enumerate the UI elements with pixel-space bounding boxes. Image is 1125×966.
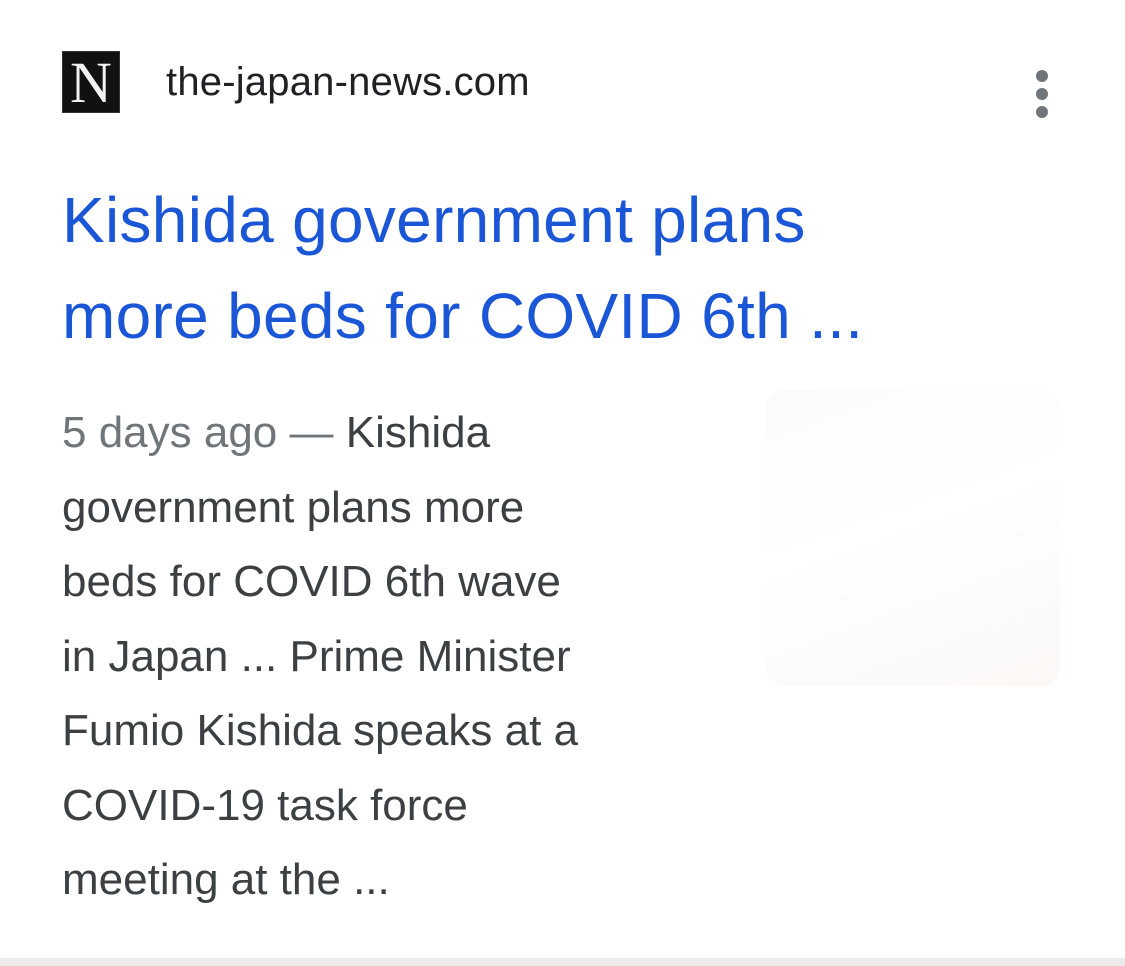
card-divider: [0, 958, 1125, 966]
dot: [1036, 70, 1048, 82]
snippet-line: Kishida: [345, 408, 491, 457]
source-row[interactable]: N the-japan-news.com: [62, 50, 530, 114]
snippet-line: in Japan ... Prime Minister: [62, 631, 571, 681]
snippet-line: government plans more: [62, 482, 525, 532]
title-line: more beds for COVID 6th ...: [62, 280, 864, 352]
result-date: 5 days ago: [62, 408, 278, 457]
title-line: Kishida government plans: [62, 184, 806, 256]
search-result-card[interactable]: N the-japan-news.com Kishida government …: [0, 0, 1125, 958]
snippet-line: COVID-19 task force: [62, 780, 468, 830]
site-favicon: N: [62, 51, 120, 114]
snippet-line: meeting at the ...: [62, 855, 390, 904]
result-thumbnail[interactable]: [766, 390, 1060, 686]
dot: [1036, 88, 1048, 100]
snippet-line: Fumio Kishida speaks at a: [62, 706, 579, 755]
source-name[interactable]: the-japan-news.com: [166, 60, 530, 105]
result-snippet: 5 days ago — Kishida government plans mo…: [62, 396, 702, 918]
snippet-line: beds for COVID 6th wave: [62, 557, 561, 606]
result-title-link[interactable]: Kishida government plans more beds for C…: [62, 172, 1022, 364]
date-separator: —: [277, 408, 346, 457]
dot: [1036, 106, 1048, 118]
more-options-icon[interactable]: [1018, 66, 1066, 122]
